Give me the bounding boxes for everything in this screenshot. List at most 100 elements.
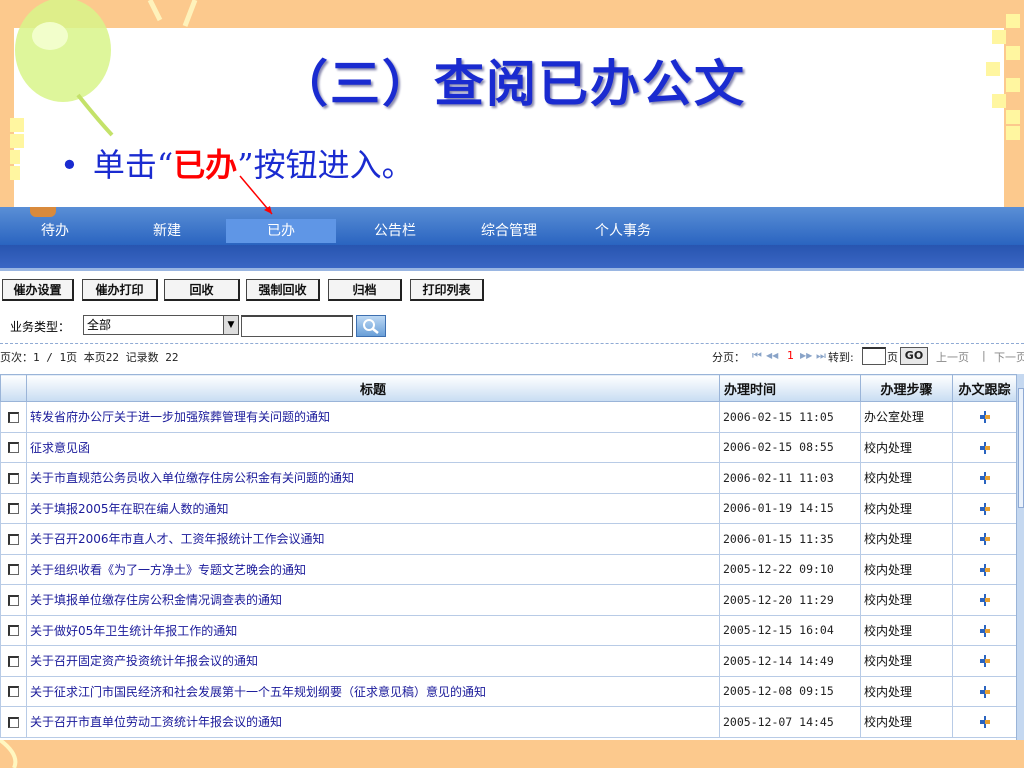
row-checkbox[interactable] bbox=[8, 686, 19, 698]
row-step: 校内处理 bbox=[860, 584, 953, 616]
table-row[interactable]: 转发省府办公厅关于进一步加强殡葬管理有关问题的通知 2006-02-15 11:0… bbox=[0, 401, 1016, 433]
page-unit-label: 页 bbox=[887, 351, 898, 364]
prev-page-icon[interactable]: ◀◀ bbox=[766, 351, 778, 360]
row-checkbox[interactable] bbox=[8, 411, 19, 423]
row-checkbox[interactable] bbox=[8, 533, 19, 545]
last-page-icon[interactable]: ⏭ bbox=[816, 349, 826, 363]
row-trace-cell bbox=[952, 675, 1016, 707]
row-step: 校内处理 bbox=[860, 492, 953, 524]
row-trace-cell bbox=[952, 645, 1016, 677]
nav-tab-pending[interactable]: 待办 bbox=[0, 219, 110, 243]
next-page-icon[interactable]: ▶▶ bbox=[800, 351, 812, 360]
search-button[interactable] bbox=[356, 315, 386, 337]
table-scrollbar[interactable] bbox=[1016, 374, 1024, 740]
prev-page-link[interactable]: 上一页 bbox=[936, 349, 969, 365]
table-row[interactable]: 关于召开2006年市直人才、工资年报统计工作会议通知 2006-01-15 11:… bbox=[0, 523, 1016, 555]
trace-icon[interactable] bbox=[979, 716, 991, 729]
nav-tab-done[interactable]: 已办 bbox=[226, 219, 336, 243]
first-page-icon[interactable]: ⏮ bbox=[752, 349, 762, 363]
row-checkbox[interactable] bbox=[8, 625, 19, 637]
row-checkbox[interactable] bbox=[8, 655, 19, 667]
row-time: 2006-01-15 11:35 bbox=[719, 523, 861, 555]
row-checkbox-cell bbox=[0, 706, 27, 738]
row-trace-cell bbox=[952, 706, 1016, 738]
sub-navbar bbox=[0, 245, 1024, 271]
documents-table: 标题 办理时间 办理步骤 办文跟踪 转发省府办公厅关于进一步加强殡葬管理有关问题… bbox=[0, 374, 1016, 740]
column-header-time[interactable]: 办理时间 bbox=[719, 374, 861, 402]
scroll-thumb[interactable] bbox=[1018, 388, 1024, 508]
trace-icon[interactable] bbox=[979, 594, 991, 607]
row-checkbox[interactable] bbox=[8, 442, 19, 454]
row-title[interactable]: 关于召开2006年市直人才、工资年报统计工作会议通知 bbox=[26, 523, 720, 555]
row-title[interactable]: 关于组织收看《为了一方净土》专题文艺晚会的通知 bbox=[26, 553, 720, 585]
row-checkbox[interactable] bbox=[8, 716, 19, 728]
business-type-select[interactable]: 全部 ▼ bbox=[83, 315, 239, 335]
row-time: 2005-12-15 16:04 bbox=[719, 614, 861, 646]
table-row[interactable]: 关于组织收看《为了一方净土》专题文艺晚会的通知 2005-12-22 09:10 校… bbox=[0, 553, 1016, 585]
print-list-button[interactable]: 打印列表 bbox=[410, 279, 484, 301]
urge-settings-button[interactable]: 催办设置 bbox=[2, 279, 74, 301]
row-step: 校内处理 bbox=[860, 706, 953, 738]
row-step: 校内处理 bbox=[860, 523, 953, 555]
search-input[interactable] bbox=[241, 315, 353, 337]
column-header-title[interactable]: 标题 bbox=[26, 374, 720, 402]
table-row[interactable]: 关于市直规范公务员收入单位缴存住房公积金有关问题的通知 2006-02-11 11… bbox=[0, 462, 1016, 494]
page-number-input[interactable] bbox=[862, 347, 886, 365]
row-step: 校内处理 bbox=[860, 462, 953, 494]
trace-icon[interactable] bbox=[979, 655, 991, 668]
row-trace-cell bbox=[952, 431, 1016, 463]
table-row[interactable]: 征求意见函 2006-02-15 08:55 校内处理 bbox=[0, 431, 1016, 463]
table-row[interactable]: 关于填报2005年在职在编人数的通知 2006-01-19 14:15 校内处理 bbox=[0, 492, 1016, 524]
search-icon bbox=[363, 319, 379, 334]
row-title[interactable]: 转发省府办公厅关于进一步加强殡葬管理有关问题的通知 bbox=[26, 401, 720, 433]
row-checkbox[interactable] bbox=[8, 564, 19, 576]
slide-title: （三）查阅已办公文 bbox=[278, 55, 746, 113]
row-title[interactable]: 关于征求江门市国民经济和社会发展第十一个五年规划纲要（征求意见稿）意见的通知 bbox=[26, 675, 720, 707]
next-page-link[interactable]: 下一页 bbox=[994, 349, 1024, 365]
urge-print-button[interactable]: 催办打印 bbox=[82, 279, 158, 301]
pager-separator: | bbox=[982, 349, 986, 362]
table-row[interactable]: 关于召开固定资产投资统计年报会议的通知 2005-12-14 14:49 校内处理 bbox=[0, 645, 1016, 677]
nav-tab-management[interactable]: 综合管理 bbox=[454, 219, 564, 243]
trace-icon[interactable] bbox=[979, 563, 991, 576]
app-logo bbox=[30, 207, 56, 217]
nav-tab-bulletin[interactable]: 公告栏 bbox=[340, 219, 450, 243]
column-header-step[interactable]: 办理步骤 bbox=[860, 374, 953, 402]
trace-icon[interactable] bbox=[979, 685, 991, 698]
current-page[interactable]: 1 bbox=[787, 349, 794, 362]
go-button[interactable]: GO bbox=[900, 347, 928, 365]
force-recall-button[interactable]: 强制回收 bbox=[246, 279, 320, 301]
table-row[interactable]: 关于填报单位缴存住房公积金情况调查表的通知 2005-12-20 11:29 校内处… bbox=[0, 584, 1016, 616]
row-trace-cell bbox=[952, 492, 1016, 524]
row-time: 2005-12-07 14:45 bbox=[719, 706, 861, 738]
row-title[interactable]: 关于填报单位缴存住房公积金情况调查表的通知 bbox=[26, 584, 720, 616]
trace-icon[interactable] bbox=[979, 502, 991, 515]
row-title[interactable]: 关于做好05年卫生统计年报工作的通知 bbox=[26, 614, 720, 646]
archive-button[interactable]: 归档 bbox=[328, 279, 402, 301]
chevron-down-icon[interactable]: ▼ bbox=[223, 316, 238, 334]
table-row[interactable]: 关于征求江门市国民经济和社会发展第十一个五年规划纲要（征求意见稿）意见的通知 20… bbox=[0, 675, 1016, 707]
row-checkbox-cell bbox=[0, 675, 27, 707]
row-title[interactable]: 关于召开市直单位劳动工资统计年报会议的通知 bbox=[26, 706, 720, 738]
trace-icon[interactable] bbox=[979, 411, 991, 424]
row-title[interactable]: 关于召开固定资产投资统计年报会议的通知 bbox=[26, 645, 720, 677]
row-title[interactable]: 关于填报2005年在职在编人数的通知 bbox=[26, 492, 720, 524]
row-title[interactable]: 征求意见函 bbox=[26, 431, 720, 463]
row-time: 2006-02-15 11:05 bbox=[719, 401, 861, 433]
row-checkbox[interactable] bbox=[8, 594, 19, 606]
trace-icon[interactable] bbox=[979, 533, 991, 546]
row-checkbox[interactable] bbox=[8, 503, 19, 515]
row-checkbox[interactable] bbox=[8, 472, 19, 484]
table-row[interactable]: 关于做好05年卫生统计年报工作的通知 2005-12-15 16:04 校内处理 bbox=[0, 614, 1016, 646]
trace-icon[interactable] bbox=[979, 441, 991, 454]
trace-icon[interactable] bbox=[979, 472, 991, 485]
trace-icon[interactable] bbox=[979, 624, 991, 637]
nav-tab-new[interactable]: 新建 bbox=[112, 219, 222, 243]
nav-tab-personal[interactable]: 个人事务 bbox=[568, 219, 678, 243]
column-header-trace[interactable]: 办文跟踪 bbox=[952, 374, 1016, 402]
row-step: 校内处理 bbox=[860, 553, 953, 585]
table-row[interactable]: 关于召开市直单位劳动工资统计年报会议的通知 2005-12-07 14:45 校内处… bbox=[0, 706, 1016, 738]
row-title[interactable]: 关于市直规范公务员收入单位缴存住房公积金有关问题的通知 bbox=[26, 462, 720, 494]
row-step: 校内处理 bbox=[860, 614, 953, 646]
recall-button[interactable]: 回收 bbox=[164, 279, 240, 301]
